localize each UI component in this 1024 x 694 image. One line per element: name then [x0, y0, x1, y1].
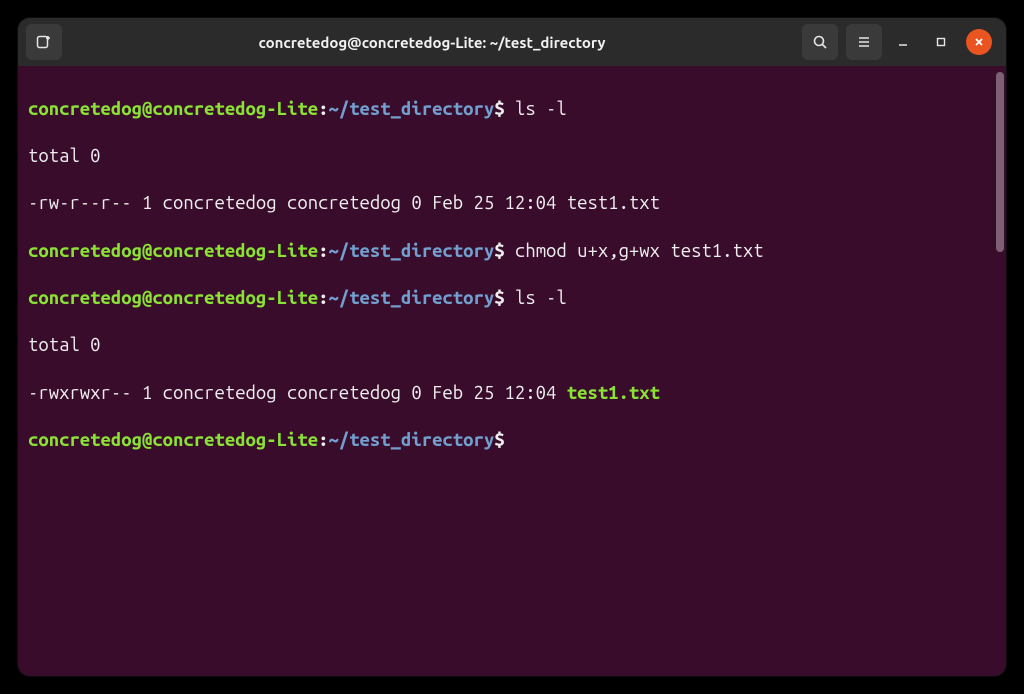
command-text: ls -l [505, 99, 567, 119]
prompt-symbol: $ [494, 430, 504, 450]
prompt-user-host: concretedog@concretedog-Lite [28, 430, 318, 450]
terminal-body[interactable]: concretedog@concretedog-Lite:~/test_dire… [18, 66, 1006, 676]
command-text: chmod u+x,g+wx test1.txt [505, 241, 764, 261]
prompt-path: ~/test_directory [328, 99, 494, 119]
file-name-executable: test1.txt [567, 383, 660, 403]
prompt-sep: : [318, 241, 328, 261]
window-title: concretedog@concretedog-Lite: ~/test_dir… [70, 34, 794, 51]
output-line: total 0 [28, 145, 996, 169]
terminal-line: concretedog@concretedog-Lite:~/test_dire… [28, 429, 996, 453]
new-tab-icon [36, 34, 52, 50]
terminal-line: concretedog@concretedog-Lite:~/test_dire… [28, 98, 996, 122]
output-line: total 0 [28, 334, 996, 358]
prompt-symbol: $ [494, 99, 504, 119]
prompt-user-host: concretedog@concretedog-Lite [28, 241, 318, 261]
window-controls [890, 29, 998, 55]
maximize-button[interactable] [928, 29, 954, 55]
prompt-sep: : [318, 288, 328, 308]
terminal-window: concretedog@concretedog-Lite: ~/test_dir… [18, 18, 1006, 676]
command-text: ls -l [505, 288, 567, 308]
prompt-path: ~/test_directory [328, 430, 494, 450]
hamburger-icon [856, 34, 872, 50]
prompt-path: ~/test_directory [328, 288, 494, 308]
terminal-line: concretedog@concretedog-Lite:~/test_dire… [28, 287, 996, 311]
prompt-user-host: concretedog@concretedog-Lite [28, 288, 318, 308]
output-line: -rwxrwxr-- 1 concretedog concretedog 0 F… [28, 382, 996, 406]
prompt-sep: : [318, 430, 328, 450]
close-icon [973, 36, 985, 48]
cursor [505, 430, 515, 450]
maximize-icon [935, 36, 947, 48]
minimize-button[interactable] [890, 29, 916, 55]
scrollbar-thumb[interactable] [996, 72, 1004, 252]
search-button[interactable] [802, 24, 838, 60]
prompt-sep: : [318, 99, 328, 119]
minimize-icon [897, 36, 909, 48]
search-icon [812, 34, 828, 50]
new-tab-button[interactable] [26, 24, 62, 60]
output-line: -rw-r--r-- 1 concretedog concretedog 0 F… [28, 192, 996, 216]
terminal-line: concretedog@concretedog-Lite:~/test_dire… [28, 240, 996, 264]
close-button[interactable] [966, 29, 992, 55]
prompt-path: ~/test_directory [328, 241, 494, 261]
prompt-symbol: $ [494, 241, 504, 261]
titlebar: concretedog@concretedog-Lite: ~/test_dir… [18, 18, 1006, 66]
prompt-symbol: $ [494, 288, 504, 308]
file-perms: -rwxrwxr-- 1 concretedog concretedog 0 F… [28, 383, 567, 403]
menu-button[interactable] [846, 24, 882, 60]
prompt-user-host: concretedog@concretedog-Lite [28, 99, 318, 119]
